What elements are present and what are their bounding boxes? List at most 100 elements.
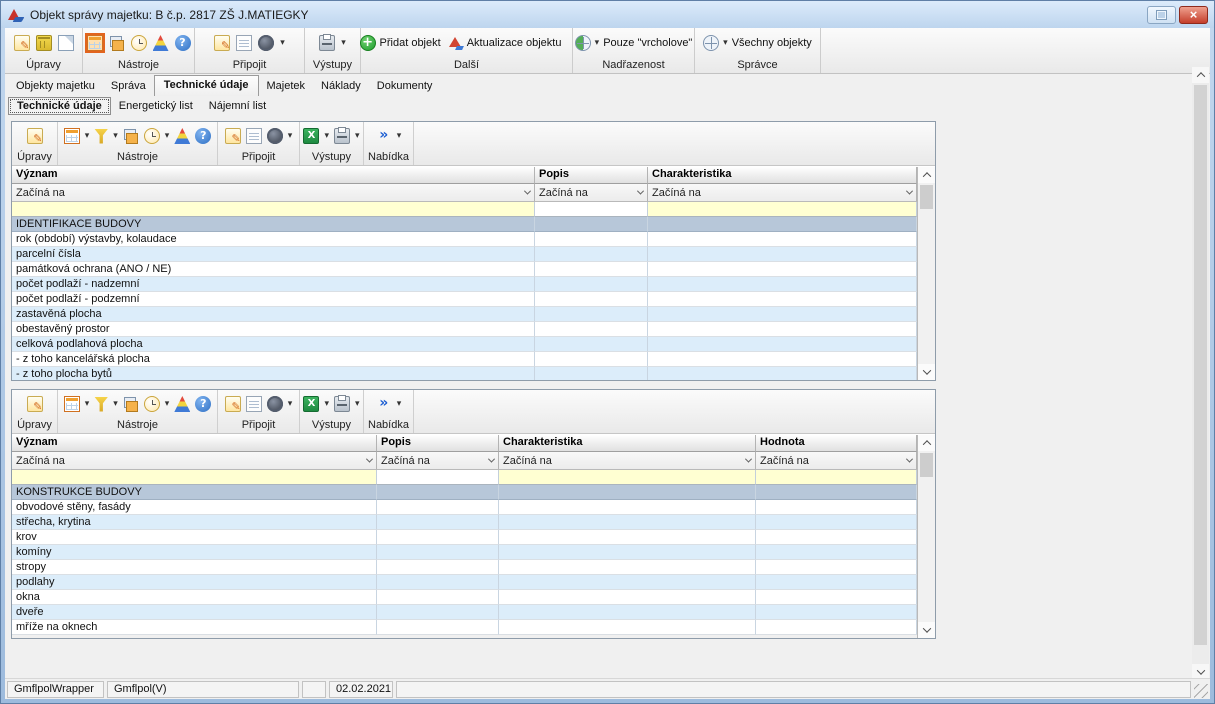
manager-dropdown[interactable]: ▾ Všechny objekty	[703, 35, 812, 51]
table-row[interactable]: - z toho kancelářská plocha	[12, 352, 917, 367]
filter-operator-dropdown[interactable]: Začíná na	[377, 452, 499, 470]
table-row[interactable]: rok (období) výstavby, kolaudace	[12, 232, 917, 247]
layers-icon[interactable]	[123, 128, 139, 144]
document-icon[interactable]	[236, 35, 252, 51]
superiority-dropdown[interactable]: ▾ Pouze "vrcholove"	[575, 35, 693, 51]
filter-input[interactable]	[648, 202, 917, 217]
layers-icon[interactable]	[109, 35, 125, 51]
table-row[interactable]: celková podlahová plocha	[12, 337, 917, 352]
maximize-button[interactable]	[1147, 6, 1176, 24]
filter-operator-dropdown[interactable]: Začíná na	[12, 184, 535, 202]
table-row[interactable]: počet podlaží - podzemní	[12, 292, 917, 307]
filter-input[interactable]	[499, 470, 756, 485]
chevron-down-icon[interactable]: ▾	[397, 396, 402, 412]
table-view-icon[interactable]	[64, 396, 80, 412]
scrollbar-thumb[interactable]	[920, 453, 933, 477]
table-row[interactable]: zastavěná plocha	[12, 307, 917, 322]
table-row[interactable]: střecha, krytina	[12, 515, 917, 530]
pyramid-icon[interactable]	[174, 396, 190, 412]
chevron-down-icon[interactable]: ▾	[324, 396, 329, 412]
section-row[interactable]: IDENTIFIKACE BUDOVY	[12, 217, 917, 232]
column-header[interactable]: Popis	[535, 167, 648, 184]
table-row[interactable]: komíny	[12, 545, 917, 560]
tab-technicke-udaje[interactable]: Technické údaje	[154, 75, 259, 96]
document-icon[interactable]	[246, 396, 262, 412]
table-view-icon[interactable]	[87, 35, 103, 51]
scroll-up-button[interactable]	[918, 167, 935, 183]
filter-operator-dropdown[interactable]: Začíná na	[499, 452, 756, 470]
chevron-down-icon[interactable]: ▾	[165, 128, 170, 144]
add-object-button[interactable]: Přidat objekt	[360, 35, 441, 51]
filter-operator-dropdown[interactable]: Začíná na	[535, 184, 648, 202]
column-header[interactable]: Charakteristika	[648, 167, 917, 184]
subtab-najemni-list[interactable]: Nájemní list	[201, 97, 274, 116]
subtab-energeticky-list[interactable]: Energetický list	[111, 97, 201, 116]
grid2-vertical-scrollbar[interactable]	[917, 435, 935, 638]
edit-icon[interactable]	[27, 128, 43, 144]
chevron-down-icon[interactable]: ▾	[165, 396, 170, 412]
resize-grip[interactable]	[1194, 684, 1208, 698]
table-row[interactable]: obvodové stěny, fasády	[12, 500, 917, 515]
camera-icon[interactable]	[267, 396, 283, 412]
filter-input[interactable]	[756, 470, 917, 485]
excel-export-icon[interactable]	[303, 128, 319, 144]
filter-input[interactable]	[12, 470, 377, 485]
table-row[interactable]: parcelní čísla	[12, 247, 917, 262]
printer-icon[interactable]	[334, 128, 350, 144]
edit-icon[interactable]	[27, 396, 43, 412]
chevron-down-icon[interactable]: ▾	[397, 128, 402, 144]
table-row[interactable]: podlahy	[12, 575, 917, 590]
tab-dokumenty[interactable]: Dokumenty	[369, 77, 441, 96]
history-icon[interactable]	[144, 396, 160, 412]
tab-majetek[interactable]: Majetek	[259, 77, 314, 96]
column-header[interactable]: Význam	[12, 435, 377, 452]
chevron-down-icon[interactable]: ▾	[288, 128, 293, 144]
camera-icon[interactable]	[267, 128, 283, 144]
scroll-up-button[interactable]	[1192, 67, 1209, 83]
attach-note-icon[interactable]	[225, 396, 241, 412]
pyramid-icon[interactable]	[174, 128, 190, 144]
filter-input[interactable]	[12, 202, 535, 217]
scrollbar-thumb[interactable]	[1194, 85, 1207, 645]
menu-icon[interactable]	[376, 128, 392, 144]
tab-naklady[interactable]: Náklady	[313, 77, 369, 96]
chevron-down-icon[interactable]: ▾	[288, 396, 293, 412]
edit-icon[interactable]	[14, 35, 30, 51]
chevron-down-icon[interactable]: ▾	[113, 396, 118, 412]
delete-icon[interactable]	[36, 35, 52, 51]
column-header[interactable]: Hodnota	[756, 435, 917, 452]
help-icon[interactable]	[175, 35, 191, 51]
scrollbar-thumb[interactable]	[920, 185, 933, 209]
pyramid-icon[interactable]	[153, 35, 169, 51]
table-row[interactable]: krov	[12, 530, 917, 545]
column-header[interactable]: Charakteristika	[499, 435, 756, 452]
menu-icon[interactable]	[376, 396, 392, 412]
chevron-down-icon[interactable]: ▾	[113, 128, 118, 144]
table-row[interactable]: počet podlaží - nadzemní	[12, 277, 917, 292]
table-row[interactable]: dveře	[12, 605, 917, 620]
document-icon[interactable]	[246, 128, 262, 144]
chevron-down-icon[interactable]: ▾	[85, 128, 90, 144]
chevron-down-icon[interactable]: ▾	[280, 35, 285, 51]
chevron-down-icon[interactable]: ▾	[341, 35, 346, 51]
filter-icon[interactable]	[94, 129, 108, 144]
subtab-technicke-udaje[interactable]: Technické údaje	[8, 97, 111, 115]
chevron-down-icon[interactable]: ▾	[355, 128, 360, 144]
history-icon[interactable]	[131, 35, 147, 51]
filter-input[interactable]	[377, 470, 499, 485]
table-row[interactable]: okna	[12, 590, 917, 605]
excel-export-icon[interactable]	[303, 396, 319, 412]
help-icon[interactable]	[195, 396, 211, 412]
filter-icon[interactable]	[94, 397, 108, 412]
chevron-down-icon[interactable]: ▾	[324, 128, 329, 144]
chevron-down-icon[interactable]: ▾	[355, 396, 360, 412]
filter-input[interactable]	[535, 202, 648, 217]
filter-operator-dropdown[interactable]: Začíná na	[756, 452, 917, 470]
chevron-down-icon[interactable]: ▾	[85, 396, 90, 412]
scroll-down-button[interactable]	[918, 622, 935, 638]
help-icon[interactable]	[195, 128, 211, 144]
tab-sprava[interactable]: Správa	[103, 77, 154, 96]
scroll-down-button[interactable]	[918, 364, 935, 380]
grid1-vertical-scrollbar[interactable]	[917, 167, 935, 380]
scroll-up-button[interactable]	[918, 435, 935, 451]
